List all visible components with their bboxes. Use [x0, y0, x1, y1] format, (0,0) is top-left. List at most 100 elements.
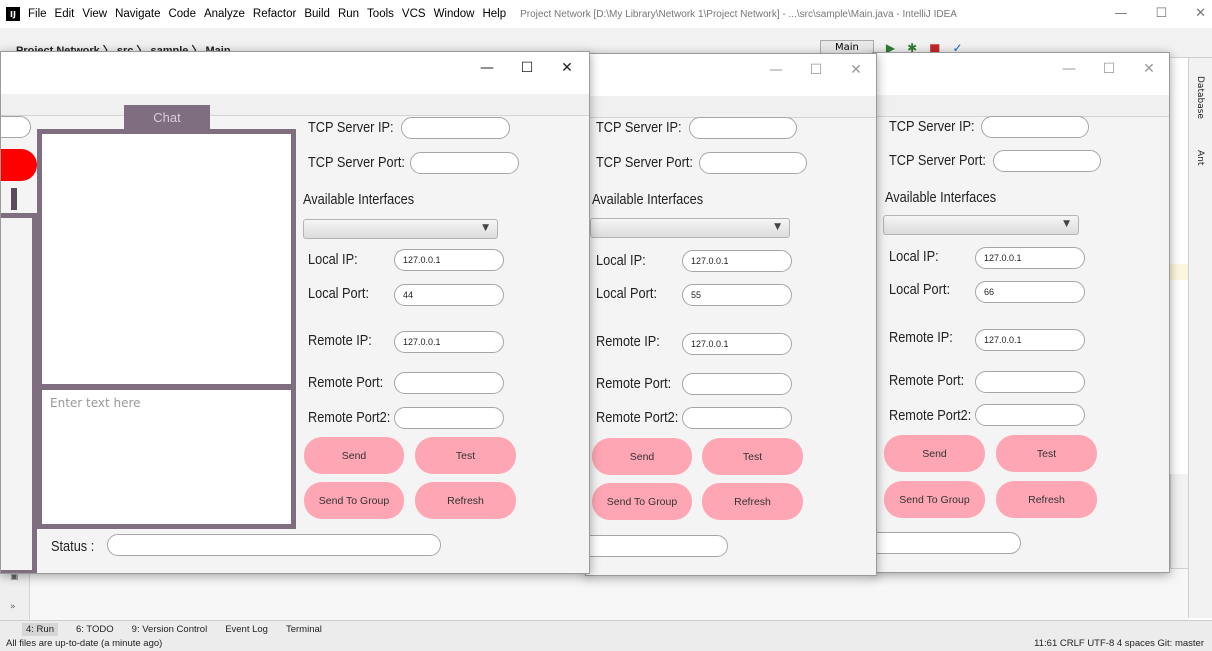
- local-port-label: Local Port:: [308, 286, 370, 302]
- minimize-button[interactable]: —: [1049, 61, 1089, 77]
- network-window-2: — ☐ ✕ TCP Server IP: TCP Server Port: Av…: [585, 53, 877, 576]
- menu-edit[interactable]: Edit: [55, 8, 75, 20]
- tab-todo[interactable]: 6: TODO: [76, 624, 114, 635]
- remote-port2-input[interactable]: [975, 404, 1085, 426]
- chat-history-box[interactable]: [37, 129, 296, 389]
- minimize-button[interactable]: —: [467, 60, 507, 76]
- ide-window-controls: — ☐ ✕: [1114, 6, 1206, 21]
- chat-input-box[interactable]: Enter text here: [37, 385, 296, 529]
- ide-close-button[interactable]: ✕: [1195, 6, 1206, 21]
- chevron-down-icon: ▼: [774, 222, 781, 232]
- status-input[interactable]: [586, 535, 728, 557]
- partial-divider: [11, 188, 17, 210]
- close-button[interactable]: ✕: [836, 62, 876, 78]
- local-port-label: Local Port:: [596, 286, 658, 302]
- tab-terminal[interactable]: Terminal: [286, 624, 322, 635]
- remote-ip-input[interactable]: 127.0.0.1: [394, 331, 504, 353]
- send-to-group-button[interactable]: Send To Group: [304, 482, 404, 519]
- menu-build[interactable]: Build: [304, 8, 330, 20]
- test-button[interactable]: Test: [702, 438, 803, 475]
- window-3-menu-strip: [873, 95, 1169, 117]
- remote-port-input[interactable]: [394, 372, 504, 394]
- window-3-titlebar: — ☐ ✕: [873, 53, 1169, 95]
- expand-icon[interactable]: »: [10, 602, 16, 612]
- menu-code[interactable]: Code: [168, 8, 196, 20]
- ide-window-title: Project Network [D:\My Library\Network 1…: [520, 8, 957, 20]
- ant-tab[interactable]: Ant: [1195, 150, 1205, 165]
- local-ip-input[interactable]: 127.0.0.1: [394, 249, 504, 271]
- intellij-logo-icon: IJ: [6, 7, 20, 21]
- menu-help[interactable]: Help: [482, 8, 506, 20]
- tcp-server-ip-input[interactable]: [401, 117, 510, 139]
- menu-analyze[interactable]: Analyze: [204, 8, 245, 20]
- local-port-input[interactable]: 44: [394, 284, 504, 306]
- ide-menubar: IJ File Edit View Navigate Code Analyze …: [0, 0, 1212, 28]
- local-port-input[interactable]: 66: [975, 281, 1085, 303]
- maximize-button[interactable]: ☐: [507, 60, 547, 76]
- status-input[interactable]: [107, 534, 441, 556]
- send-to-group-button[interactable]: Send To Group: [884, 481, 985, 518]
- tcp-server-port-input[interactable]: [699, 152, 807, 174]
- tcp-server-ip-input[interactable]: [981, 116, 1089, 138]
- remote-ip-label: Remote IP:: [596, 334, 660, 350]
- database-tab[interactable]: Database: [1195, 76, 1205, 119]
- run-panel-tool-strip: ▣ »: [0, 568, 30, 620]
- remote-port2-input[interactable]: [394, 407, 504, 429]
- menu-navigate[interactable]: Navigate: [115, 8, 160, 20]
- local-ip-input[interactable]: 127.0.0.1: [682, 250, 792, 272]
- refresh-button[interactable]: Refresh: [415, 482, 516, 519]
- minimize-button[interactable]: —: [756, 62, 796, 78]
- ide-minimize-button[interactable]: —: [1114, 6, 1127, 21]
- maximize-button[interactable]: ☐: [1089, 61, 1129, 77]
- interfaces-dropdown[interactable]: ▼: [303, 219, 498, 239]
- tcp-server-port-input[interactable]: [410, 152, 519, 174]
- close-button[interactable]: ✕: [1129, 61, 1169, 77]
- run-panel-side: [1170, 474, 1188, 568]
- tab-version-control[interactable]: 9: Version Control: [132, 624, 208, 635]
- remote-port-input[interactable]: [682, 373, 792, 395]
- refresh-button[interactable]: Refresh: [996, 481, 1097, 518]
- partial-input[interactable]: [1, 116, 31, 138]
- tcp-server-ip-label: TCP Server IP:: [596, 120, 682, 136]
- test-button[interactable]: Test: [415, 437, 516, 474]
- tcp-server-port-input[interactable]: [993, 150, 1101, 172]
- remote-ip-input[interactable]: 127.0.0.1: [975, 329, 1085, 351]
- tcp-server-ip-input[interactable]: [689, 117, 797, 139]
- left-frame: [1, 213, 37, 573]
- send-button[interactable]: Send: [592, 438, 692, 475]
- remote-port-input[interactable]: [975, 371, 1085, 393]
- menu-file[interactable]: File: [28, 8, 47, 20]
- status-info[interactable]: 11:61 CRLF UTF-8 4 spaces Git: master: [1034, 638, 1204, 649]
- remote-ip-input[interactable]: 127.0.0.1: [682, 333, 792, 355]
- local-ip-label: Local IP:: [308, 252, 358, 268]
- menu-refactor[interactable]: Refactor: [253, 8, 296, 20]
- remote-ip-label: Remote IP:: [889, 330, 953, 346]
- status-message: All files are up-to-date (a minute ago): [6, 638, 163, 649]
- send-button[interactable]: Send: [884, 435, 985, 472]
- interfaces-dropdown[interactable]: ▼: [590, 218, 790, 238]
- status-input[interactable]: [873, 532, 1021, 554]
- refresh-button[interactable]: Refresh: [702, 483, 803, 520]
- ide-maximize-button[interactable]: ☐: [1155, 6, 1167, 21]
- menu-window[interactable]: Window: [434, 8, 475, 20]
- send-button[interactable]: Send: [304, 437, 404, 474]
- menu-vcs[interactable]: VCS: [402, 8, 426, 20]
- remote-port2-input[interactable]: [682, 407, 792, 429]
- tab-run[interactable]: 4: Run: [22, 622, 58, 636]
- menu-tools[interactable]: Tools: [367, 8, 394, 20]
- interfaces-dropdown[interactable]: ▼: [883, 215, 1079, 235]
- close-button[interactable]: ✕: [547, 60, 587, 76]
- network-window-3: — ☐ ✕ TCP Server IP: TCP Server Port: Av…: [872, 52, 1170, 573]
- maximize-button[interactable]: ☐: [796, 62, 836, 78]
- chevron-down-icon: ▼: [482, 223, 489, 233]
- menu-view[interactable]: View: [82, 8, 107, 20]
- local-port-input[interactable]: 55: [682, 284, 792, 306]
- window-2-menu-strip: [586, 96, 876, 118]
- test-button[interactable]: Test: [996, 435, 1097, 472]
- send-to-group-button[interactable]: Send To Group: [592, 483, 692, 520]
- tab-event-log[interactable]: Event Log: [225, 624, 268, 635]
- local-ip-input[interactable]: 127.0.0.1: [975, 247, 1085, 269]
- menu-run[interactable]: Run: [338, 8, 359, 20]
- chat-header: Chat: [124, 105, 210, 129]
- remote-port-label: Remote Port:: [889, 373, 965, 389]
